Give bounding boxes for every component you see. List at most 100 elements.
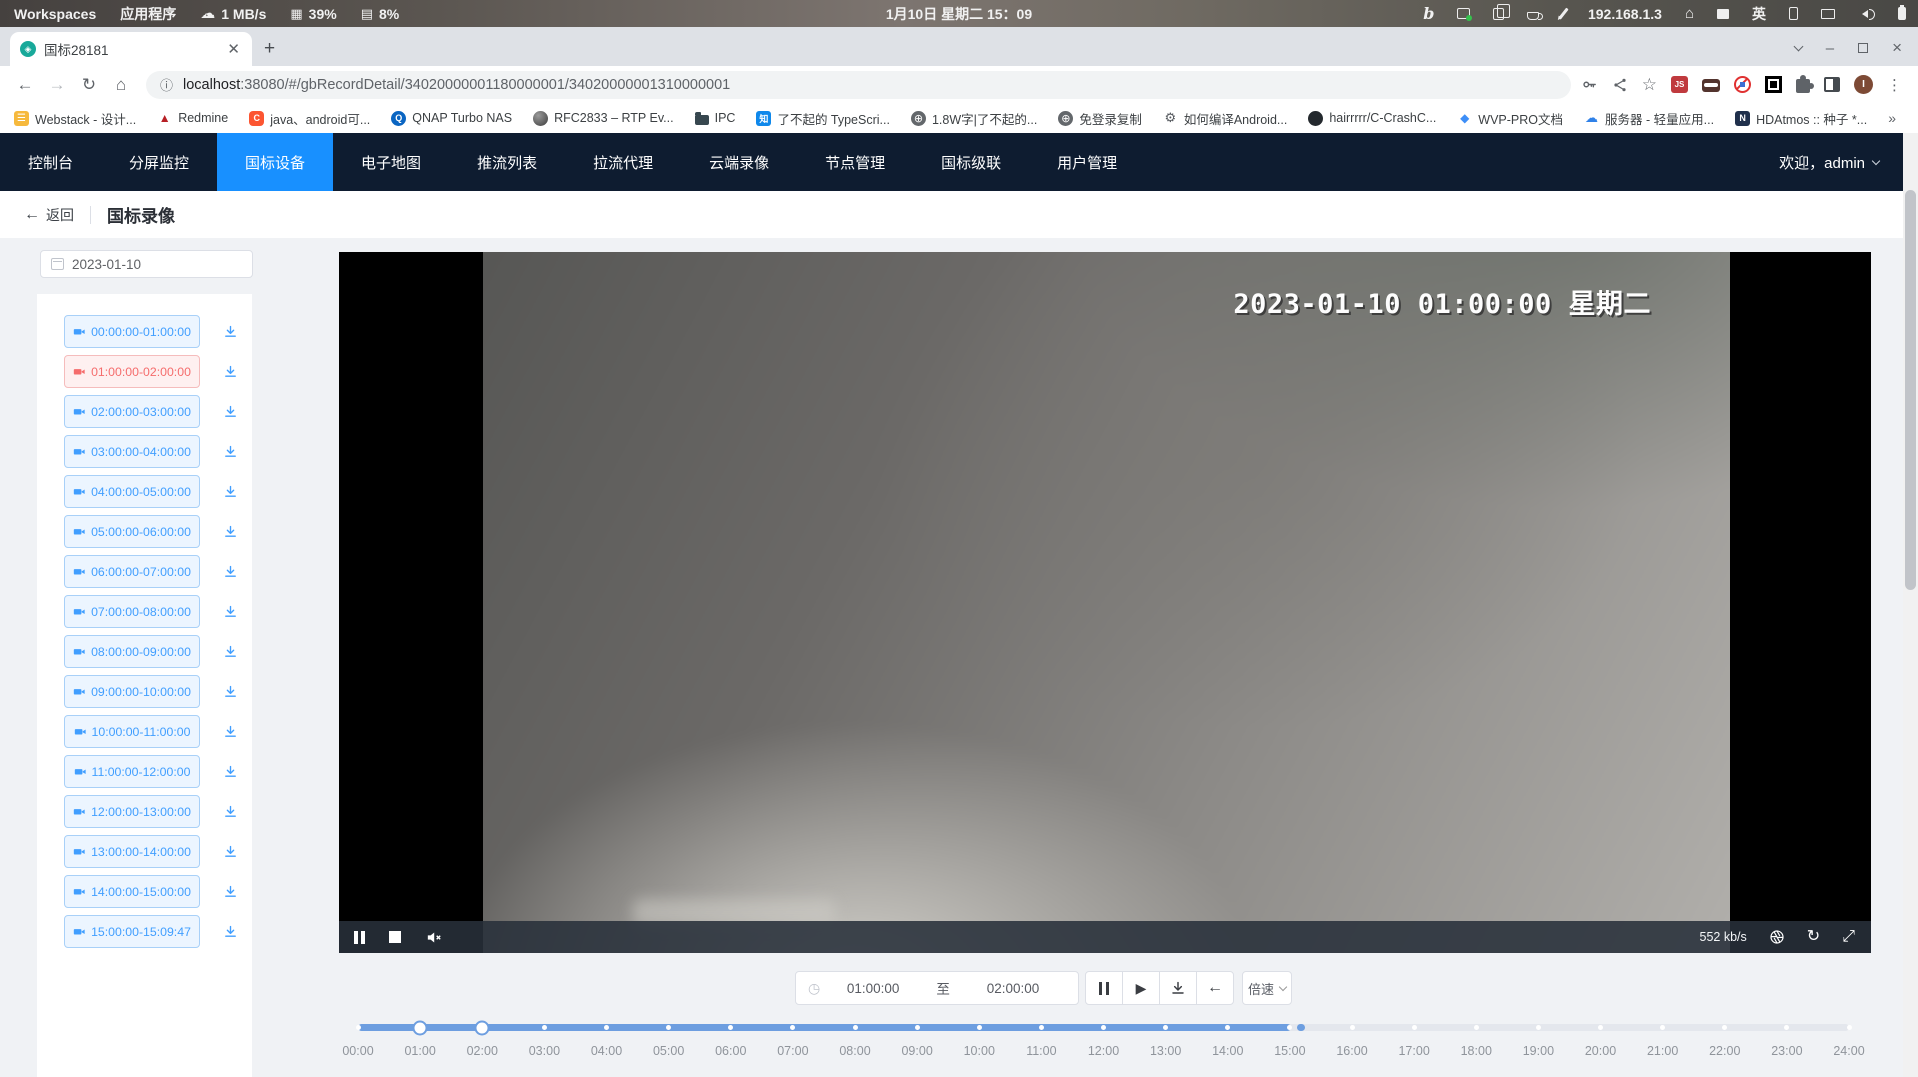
download-recording-button[interactable] bbox=[223, 884, 238, 899]
download-recording-button[interactable] bbox=[223, 524, 238, 539]
clipboard-icon[interactable] bbox=[1493, 8, 1504, 20]
nav-pull-proxy[interactable]: 拉流代理 bbox=[565, 133, 681, 191]
maximize-icon[interactable] bbox=[1858, 43, 1868, 53]
recording-button[interactable]: 06:00:00-07:00:00 bbox=[64, 555, 200, 588]
bookmark-article[interactable]: ⊕1.8W字|了不起的... bbox=[911, 109, 1037, 128]
window-close-icon[interactable]: × bbox=[1892, 38, 1902, 58]
forward-button[interactable]: → bbox=[42, 70, 72, 100]
color-picker-icon[interactable] bbox=[1559, 8, 1569, 20]
clock[interactable]: 1月10日 星期二 15：09 bbox=[886, 4, 1032, 24]
download-recording-button[interactable] bbox=[223, 804, 238, 819]
bookmark-redmine[interactable]: ▲Redmine bbox=[157, 111, 228, 126]
back-link[interactable]: ←返回 bbox=[24, 205, 74, 225]
recording-button[interactable]: 15:00:00-15:09:47 bbox=[64, 915, 200, 948]
end-time-input[interactable]: 02:00:00 bbox=[960, 981, 1066, 996]
recording-button[interactable]: 05:00:00-06:00:00 bbox=[64, 515, 200, 548]
browser-home-button[interactable]: ⌂ bbox=[106, 70, 136, 100]
download-recording-button[interactable] bbox=[223, 564, 238, 579]
side-panel-icon[interactable] bbox=[1824, 77, 1840, 92]
refresh-icon[interactable]: ↻ bbox=[1807, 929, 1820, 945]
recording-button[interactable]: 08:00:00-09:00:00 bbox=[64, 635, 200, 668]
bookmark-ipc[interactable]: IPC bbox=[695, 111, 736, 125]
recording-button[interactable]: 04:00:00-05:00:00 bbox=[64, 475, 200, 508]
seek-back-button[interactable]: ← bbox=[1196, 971, 1234, 1005]
bookmark-android[interactable]: ⚙如何编译Android... bbox=[1163, 109, 1288, 128]
browser-tab[interactable]: ◈ 国标28181 ✕ bbox=[10, 32, 252, 66]
download-recording-button[interactable] bbox=[223, 484, 238, 499]
download-recording-button[interactable] bbox=[223, 644, 238, 659]
video-player[interactable]: 2023-01-10 01:00:00 星期二 552 kb/s ↻ ⤢ bbox=[339, 252, 1871, 953]
user-menu[interactable]: 欢迎，admin bbox=[1779, 133, 1903, 191]
fullscreen-icon[interactable]: ⤢ bbox=[1842, 929, 1855, 945]
bookmark-hdatmos[interactable]: NHDAtmos :: 种子 *... bbox=[1735, 109, 1867, 128]
range-start-handle[interactable] bbox=[413, 1020, 428, 1035]
recording-button[interactable]: 00:00:00-01:00:00 bbox=[64, 315, 200, 348]
password-key-icon[interactable] bbox=[1581, 76, 1598, 93]
network-speed-indicator[interactable]: ☁↓ 1 MB/s bbox=[200, 6, 266, 22]
nav-gb-devices[interactable]: 国标设备 bbox=[217, 133, 333, 191]
extension-blocker-icon[interactable] bbox=[1734, 76, 1751, 93]
bookmark-star-icon[interactable]: ☆ bbox=[1642, 75, 1657, 95]
screenshot-icon[interactable] bbox=[1457, 8, 1470, 19]
bookmark-qnap[interactable]: QQNAP Turbo NAS bbox=[391, 111, 512, 126]
bookmark-rfc[interactable]: RFC2833 – RTP Ev... bbox=[533, 111, 674, 126]
range-end-handle[interactable] bbox=[475, 1020, 490, 1035]
download-recording-button[interactable] bbox=[223, 844, 238, 859]
recording-button[interactable]: 02:00:00-03:00:00 bbox=[64, 395, 200, 428]
volume-icon[interactable] bbox=[1858, 10, 1868, 18]
bing-icon[interactable]: b bbox=[1423, 4, 1434, 23]
url-bar[interactable]: ⓘ localhost:38080/#/gbRecordDetail/34020… bbox=[146, 71, 1571, 99]
scrollbar-thumb[interactable] bbox=[1905, 190, 1916, 590]
nav-node-manage[interactable]: 节点管理 bbox=[797, 133, 913, 191]
start-time-input[interactable]: 01:00:00 bbox=[820, 981, 926, 996]
ip-address[interactable]: 192.168.1.3 bbox=[1588, 6, 1662, 22]
download-recording-button[interactable] bbox=[223, 684, 238, 699]
back-button[interactable]: ← bbox=[10, 70, 40, 100]
recording-button[interactable]: 10:00:00-11:00:00 bbox=[64, 715, 200, 748]
recording-button[interactable]: 13:00:00-14:00:00 bbox=[64, 835, 200, 868]
bookmark-webstack[interactable]: ☰Webstack - 设计... bbox=[14, 109, 136, 128]
download-recording-button[interactable] bbox=[223, 764, 238, 779]
battery-icon[interactable] bbox=[1898, 7, 1906, 20]
display-icon[interactable] bbox=[1821, 9, 1835, 19]
date-picker-input[interactable]: 2023-01-10 bbox=[40, 250, 253, 278]
memory-indicator[interactable]: ▤ 8% bbox=[361, 6, 400, 22]
profile-avatar[interactable]: I bbox=[1854, 75, 1873, 94]
bookmark-copy-tool[interactable]: ⊕免登录复制 bbox=[1058, 109, 1142, 128]
windows-switcher-icon[interactable] bbox=[1717, 9, 1729, 19]
tab-close-icon[interactable]: ✕ bbox=[225, 40, 242, 58]
recording-button[interactable]: 09:00:00-10:00:00 bbox=[64, 675, 200, 708]
download-recording-button[interactable] bbox=[223, 404, 238, 419]
home-icon[interactable]: ⌂ bbox=[1685, 5, 1694, 22]
bookmark-github[interactable]: hairrrrr/C-CrashC... bbox=[1308, 111, 1436, 126]
download-recording-button[interactable] bbox=[223, 364, 238, 379]
extension-glasses-icon[interactable] bbox=[1702, 79, 1720, 92]
recording-button[interactable]: 03:00:00-04:00:00 bbox=[64, 435, 200, 468]
nav-console[interactable]: 控制台 bbox=[0, 133, 101, 191]
recording-button[interactable]: 14:00:00-15:00:00 bbox=[64, 875, 200, 908]
mute-icon[interactable] bbox=[425, 929, 442, 946]
recording-button[interactable]: 12:00:00-13:00:00 bbox=[64, 795, 200, 828]
tablet-icon[interactable] bbox=[1789, 7, 1798, 20]
stop-icon[interactable] bbox=[389, 931, 401, 943]
snapshot-shutter-icon[interactable] bbox=[1769, 929, 1785, 945]
caffeine-icon[interactable] bbox=[1527, 12, 1539, 20]
pause-button[interactable] bbox=[1085, 971, 1123, 1005]
extension-frame-icon[interactable] bbox=[1765, 76, 1782, 93]
minimize-icon[interactable]: – bbox=[1826, 40, 1834, 57]
page-scrollbar[interactable] bbox=[1903, 133, 1918, 1077]
nav-gb-cascade[interactable]: 国标级联 bbox=[913, 133, 1029, 191]
bookmarks-overflow-button[interactable]: » bbox=[1888, 110, 1904, 126]
bookmark-tencent[interactable]: ☁服务器 - 轻量应用... bbox=[1584, 109, 1714, 128]
download-recording-button[interactable] bbox=[223, 324, 238, 339]
download-recording-button[interactable] bbox=[223, 924, 238, 939]
timeline-slider[interactable] bbox=[358, 1024, 1849, 1031]
nav-cloud-record[interactable]: 云端录像 bbox=[681, 133, 797, 191]
nav-user-manage[interactable]: 用户管理 bbox=[1029, 133, 1145, 191]
download-recording-button[interactable] bbox=[223, 444, 238, 459]
reload-button[interactable]: ↻ bbox=[74, 70, 104, 100]
recording-button[interactable]: 07:00:00-08:00:00 bbox=[64, 595, 200, 628]
extensions-puzzle-icon[interactable] bbox=[1796, 79, 1810, 93]
download-recording-button[interactable] bbox=[223, 724, 238, 739]
bookmark-zhihu[interactable]: 知了不起的 TypeScri... bbox=[756, 109, 890, 128]
